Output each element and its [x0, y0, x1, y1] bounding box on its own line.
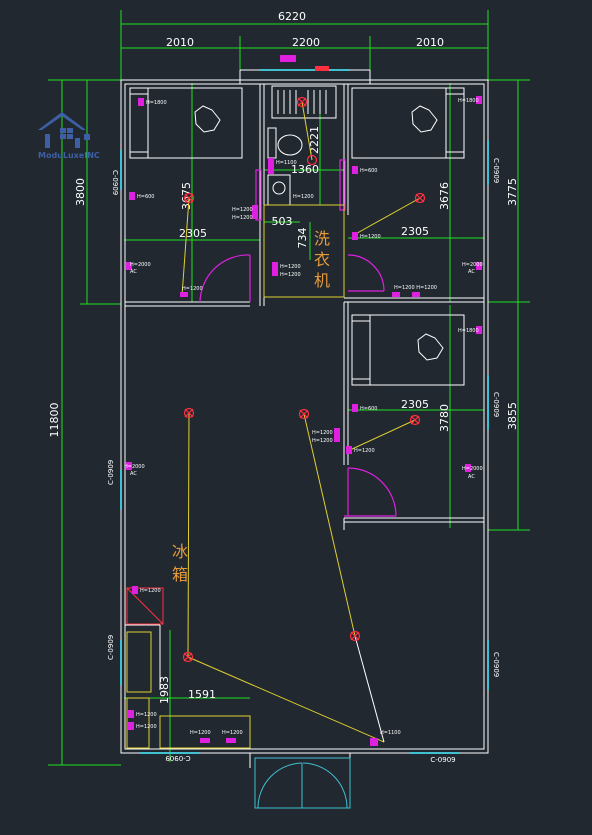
- outlet-ac-3: AC: [130, 471, 137, 477]
- outlet-label-1: H=1800: [146, 100, 167, 106]
- outlet-label-22: H=2000: [462, 466, 483, 472]
- fridge-label-2: 箱: [172, 565, 188, 584]
- dim-kitchen-width: 1591: [188, 688, 216, 701]
- dim-bed1-width: 2305: [179, 227, 207, 240]
- dim-bed2-depth: 3676: [438, 182, 451, 210]
- window-label-bottom-right: C-0909: [430, 756, 455, 764]
- dim-right-top: 3775: [506, 178, 519, 206]
- outlet-label-28: H=1100: [380, 730, 401, 736]
- entrance-door: [254, 757, 351, 809]
- outlet-label-19: H=1200: [312, 438, 333, 444]
- window-label-right-low: C-0909: [492, 652, 500, 677]
- outlet-ac-2: AC: [468, 269, 475, 275]
- outlet-label-14: H=1200 H=1200: [394, 285, 437, 291]
- dim-bed2-width: 2305: [401, 225, 429, 238]
- bed-right-top: [351, 87, 465, 159]
- outlet-label-23: H=1200: [140, 588, 161, 594]
- bed-left: [129, 87, 243, 159]
- dim-top-mid: 2200: [292, 36, 320, 49]
- outlet-label-8: H=1200: [293, 194, 314, 200]
- outlet-label-25: H=1200: [136, 724, 157, 730]
- outlet-label-12: H=2000: [462, 262, 483, 268]
- outlet-label-6: H=1200: [232, 215, 253, 221]
- doors: [199, 159, 397, 517]
- dim-top-left: 2010: [166, 36, 194, 49]
- outlet-label-3: H=600: [137, 194, 155, 200]
- wiring-white: [354, 635, 385, 743]
- outlet-label-18: H=1200: [312, 430, 333, 436]
- dim-right-bottom: 3855: [506, 402, 519, 430]
- outlet-label-24: H=1200: [136, 712, 157, 718]
- outlet-label-21: H=2000: [124, 464, 145, 470]
- outlet-label-27: H=1200: [222, 730, 243, 736]
- house-grid-icon: [38, 112, 90, 148]
- dim-left-bedroom: 3800: [74, 178, 87, 206]
- outlet-ac-1: AC: [130, 269, 137, 275]
- window-label-left-top: C-0909: [111, 170, 119, 195]
- outlet-label-26: H=1200: [190, 730, 211, 736]
- window-label-left-mid: C-0909: [107, 460, 115, 485]
- dim-closet-depth: 734: [296, 228, 309, 249]
- dim-overall-width: 6220: [278, 10, 306, 23]
- ceiling-lights: [182, 96, 426, 663]
- outlet-label-20: H=1200: [354, 448, 375, 454]
- outlet-label-15: H=1200: [360, 234, 381, 240]
- dim-bed3-width: 2305: [401, 398, 429, 411]
- outlet-label-10: H=1200: [280, 272, 301, 278]
- bed-right-bottom: [351, 314, 465, 386]
- fridge-label-1: 冰: [172, 542, 188, 561]
- outlet-label-5: H=1200: [232, 207, 253, 213]
- dim-overall-height: 11800: [48, 403, 61, 438]
- dim-closet-width: 503: [272, 215, 293, 228]
- window-label-left-low: C-0909: [107, 635, 115, 660]
- outlet-label-2: H=1800: [458, 98, 479, 104]
- window-label-bottom-left: C-0909: [165, 754, 190, 762]
- outlet-label-9: H=1200: [280, 264, 301, 270]
- washer-label-3: 机: [314, 271, 330, 290]
- washer-label-1: 洗: [314, 229, 330, 248]
- outlet-ac-4: AC: [468, 474, 475, 480]
- outlet-label-16: H=1800: [458, 328, 479, 334]
- dim-bed3-depth: 3780: [438, 404, 451, 432]
- washer-label-2: 衣: [314, 250, 330, 269]
- outlet-label-4: H=600: [360, 168, 378, 174]
- outlet-label-7: H=1100: [276, 160, 297, 166]
- outlet-label-13: H=1200: [182, 286, 203, 292]
- window-label-right-top: C-0909: [492, 158, 500, 183]
- logo-text: ModuLuxeINC: [38, 151, 100, 160]
- floor-plan: 6220 2010 2200 2010 11800 3800 3775 3855…: [38, 10, 530, 809]
- outlet-label-17: H=600: [360, 406, 378, 412]
- dim-top-right: 2010: [416, 36, 444, 49]
- outlet-label-11: H=2000: [130, 262, 151, 268]
- window-label-right-mid: C-0909: [492, 392, 500, 417]
